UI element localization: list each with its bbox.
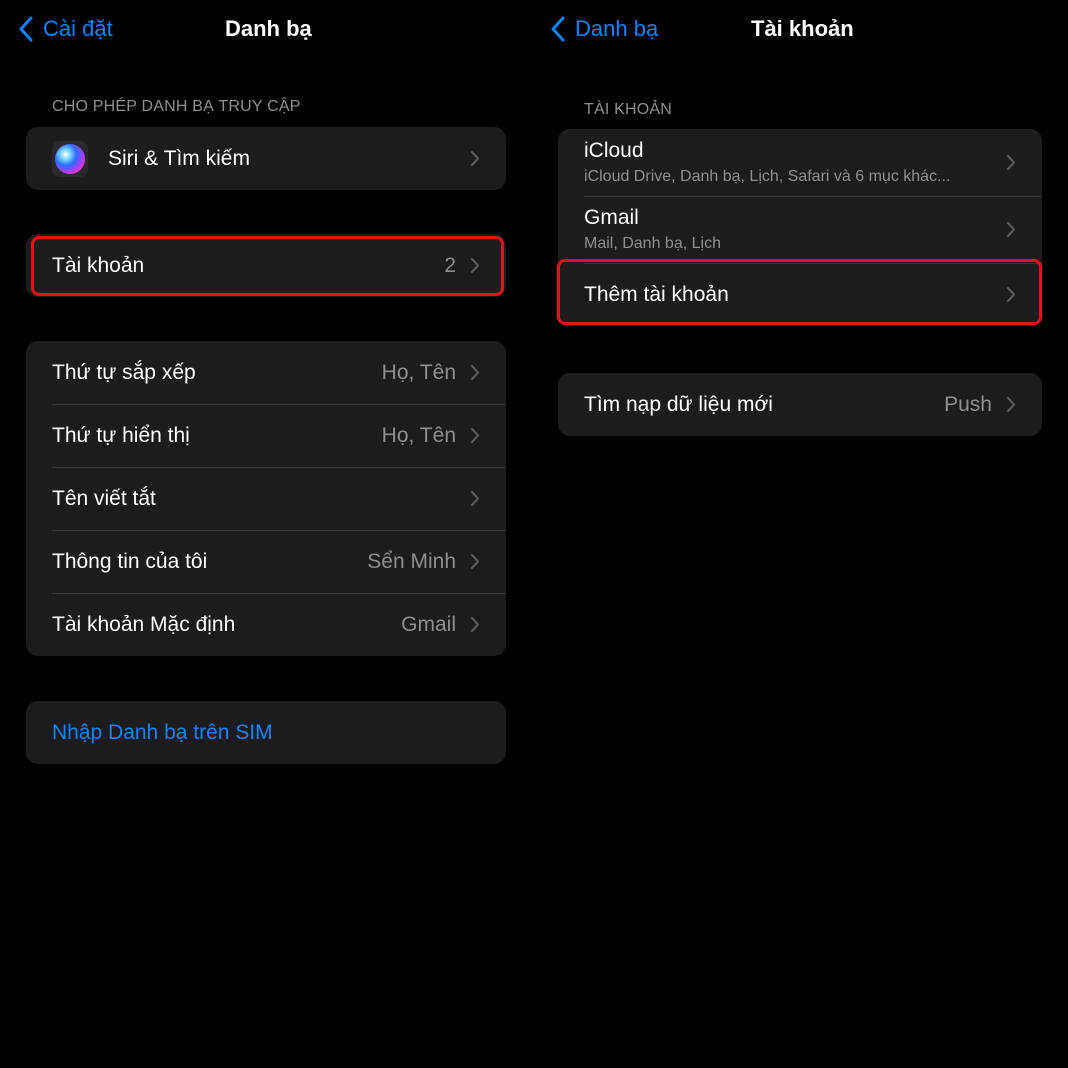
row-value: Họ, Tên [381, 423, 456, 447]
import-sim-contacts-button[interactable]: Nhập Danh bạ trên SIM [26, 701, 506, 764]
chevron-right-icon [470, 364, 480, 381]
my-info-row[interactable]: Thông tin của tôi Sển Minh [26, 530, 506, 593]
sort-order-row[interactable]: Thứ tự sắp xếp Họ, Tên [26, 341, 506, 404]
chevron-right-icon [470, 490, 480, 507]
row-value: Gmail [401, 612, 456, 636]
chevron-right-icon [470, 150, 480, 167]
row-value: Họ, Tên [381, 360, 456, 384]
row-label: Thứ tự sắp xếp [52, 360, 196, 384]
chevron-right-icon [470, 616, 480, 633]
chevron-right-icon [470, 257, 480, 274]
nav-bar: Cài đặt Danh bạ [0, 0, 534, 58]
row-label: Thêm tài khoản [584, 282, 729, 306]
accounts-group: Tài khoản 2 [26, 234, 506, 297]
row-label: Tài khoản Mặc định [52, 612, 236, 636]
fetch-data-group: Tìm nạp dữ liệu mới Push [558, 373, 1042, 436]
chevron-left-icon [19, 16, 33, 42]
accounts-list-group: iCloud iCloud Drive, Danh bạ, Lịch, Safa… [558, 129, 1042, 326]
contacts-settings-screen: Cài đặt Danh bạ CHO PHÉP DANH BẠ TRUY CẬ… [0, 0, 534, 1068]
siri-search-row[interactable]: Siri & Tìm kiếm [26, 127, 506, 190]
contact-options-group: Thứ tự sắp xếp Họ, Tên Thứ tự hiển thị H… [26, 341, 506, 656]
row-label: Thông tin của tôi [52, 549, 208, 573]
accounts-row[interactable]: Tài khoản 2 [26, 234, 506, 297]
siri-icon [52, 140, 88, 177]
row-label: Tên viết tắt [52, 486, 156, 510]
section-header-accounts: TÀI KHOẢN [584, 101, 673, 118]
fetch-new-data-row[interactable]: Tìm nạp dữ liệu mới Push [558, 373, 1042, 436]
row-value: Sển Minh [367, 549, 456, 573]
chevron-right-icon [1006, 286, 1016, 303]
short-name-row[interactable]: Tên viết tắt [26, 467, 506, 530]
accounts-count: 2 [444, 253, 456, 277]
row-label: Tài khoản [52, 253, 145, 277]
row-label: Siri & Tìm kiếm [108, 146, 250, 170]
display-order-row[interactable]: Thứ tự hiển thị Họ, Tên [26, 404, 506, 467]
chevron-right-icon [470, 553, 480, 570]
account-detail: Mail, Danh bạ, Lịch [584, 235, 721, 252]
back-button[interactable]: Danh bạ [550, 12, 658, 46]
page-title: Tài khoản [751, 16, 854, 41]
row-label: Nhập Danh bạ trên SIM [52, 720, 273, 744]
gmail-account-row[interactable]: Gmail Mail, Danh bạ, Lịch [558, 196, 1042, 263]
back-button[interactable]: Cài đặt [18, 12, 113, 46]
chevron-right-icon [1006, 221, 1016, 238]
account-name: Gmail [584, 206, 639, 229]
row-label: Tìm nạp dữ liệu mới [584, 392, 773, 416]
nav-bar: Danh bạ Tài khoản [534, 0, 1068, 58]
add-account-row[interactable]: Thêm tài khoản [558, 263, 1042, 326]
row-value: Push [944, 392, 992, 416]
allow-access-group: Siri & Tìm kiếm [26, 127, 506, 190]
back-label: Danh bạ [575, 16, 659, 41]
chevron-left-icon [551, 16, 565, 42]
section-header-allow-access: CHO PHÉP DANH BẠ TRUY CẬP [52, 98, 301, 115]
page-title: Danh bạ [225, 16, 312, 41]
icloud-account-row[interactable]: iCloud iCloud Drive, Danh bạ, Lịch, Safa… [558, 129, 1042, 196]
row-text: Gmail Mail, Danh bạ, Lịch [584, 206, 721, 253]
account-name: iCloud [584, 139, 644, 162]
chevron-right-icon [1006, 396, 1016, 413]
default-account-row[interactable]: Tài khoản Mặc định Gmail [26, 593, 506, 656]
row-text: iCloud iCloud Drive, Danh bạ, Lịch, Safa… [584, 139, 950, 186]
import-sim-group: Nhập Danh bạ trên SIM [26, 701, 506, 764]
accounts-screen: Danh bạ Tài khoản TÀI KHOẢN iCloud iClou… [534, 0, 1068, 1068]
row-label: Thứ tự hiển thị [52, 423, 190, 447]
back-label: Cài đặt [43, 16, 113, 41]
account-detail: iCloud Drive, Danh bạ, Lịch, Safari và 6… [584, 168, 951, 185]
chevron-right-icon [1006, 154, 1016, 171]
chevron-right-icon [470, 427, 480, 444]
